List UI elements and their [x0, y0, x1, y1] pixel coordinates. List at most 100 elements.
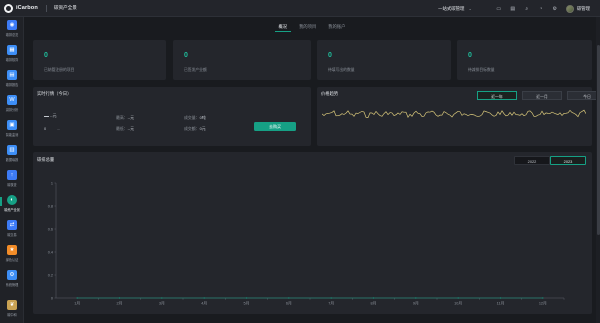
price-value: --元: [44, 113, 57, 119]
x-tick-label: 12月: [539, 301, 547, 306]
leaf-icon: ❦: [7, 300, 17, 310]
stat-label: 已纳管注册的项目: [44, 68, 75, 72]
y-tick-label: 0: [51, 296, 53, 300]
stat-label: 待减排目标数量: [468, 68, 495, 72]
range-year-button[interactable]: 近一年: [477, 91, 517, 100]
x-tick-label: 8月: [371, 301, 377, 306]
sidebar-item-neutrality[interactable]: ❦ 碳中和: [0, 300, 24, 322]
data-point[interactable]: [330, 297, 332, 299]
x-tick-label: 10月: [454, 301, 462, 306]
sidebar-item-reduction[interactable]: W 减排分析: [0, 95, 24, 117]
range-month-button[interactable]: 近一月: [522, 91, 562, 100]
monitor-icon[interactable]: ▭: [496, 6, 502, 12]
org-select[interactable]: 一站式碳管理 ⌄: [438, 6, 472, 12]
sidebar-item-label: 减排分析: [5, 107, 19, 112]
data-point[interactable]: [203, 297, 205, 299]
data-point[interactable]: [118, 297, 121, 299]
volume-value: 0吨: [199, 115, 206, 120]
price-change: 0 --: [44, 126, 60, 131]
data-point[interactable]: [457, 297, 459, 299]
monitor-icon: ▣: [7, 120, 17, 130]
sidebar-item-carbon-assets[interactable]: ◐ 碳资产全景: [0, 195, 24, 217]
sidebar-item-system[interactable]: ⚙ 系统管理: [0, 270, 24, 292]
page-tabs: 概况 我的项目 我的账户: [24, 20, 600, 34]
stat-value: 0: [184, 52, 188, 59]
data-point[interactable]: [161, 297, 163, 299]
clipboard-icon[interactable]: ▤: [510, 6, 516, 12]
y-tick-label: 0.2: [48, 273, 53, 277]
top-bar: iCarbon 碳资产全景 一站式碳管理 ⌄ ▭ ▤ ⌕ ◔ ⚙ 碳管理: [0, 0, 600, 17]
x-tick-label: 7月: [328, 301, 334, 306]
report-icon: ▤: [7, 70, 17, 80]
stat-value: 0: [44, 52, 48, 59]
sidebar-item-label: 碳资产全景: [4, 207, 20, 212]
amount-label: 成交额：: [184, 126, 200, 131]
settings-icon[interactable]: ⚙: [552, 6, 558, 12]
stat-card-pending: 0 待填写出的数量: [317, 40, 451, 80]
y-tick-label: 0.4: [48, 250, 53, 254]
data-point[interactable]: [415, 297, 417, 299]
brand-mark-icon: [4, 3, 13, 13]
price-trend-title: 价格趋势: [321, 91, 339, 96]
avatar[interactable]: [565, 4, 574, 13]
asset-icon: ◐: [7, 195, 17, 205]
volume-label: 成交量：: [184, 115, 200, 120]
sidebar-item-certification[interactable]: ★ 绿色认证: [0, 245, 24, 267]
sidebar-item-monitor[interactable]: ▣ 智能监测: [0, 120, 24, 142]
tab-my-account[interactable]: 我的账户: [324, 22, 349, 32]
low-value: --元: [127, 126, 135, 131]
page-scrollbar[interactable]: [596, 17, 600, 323]
price-trend-sparkline: [322, 109, 586, 119]
sidebar-item-label: 系统管理: [5, 282, 19, 287]
check-icon: ↑: [7, 170, 17, 180]
chart-icon: W: [7, 95, 17, 105]
sidebar-item-label: 绿色认证: [5, 257, 19, 262]
sidebar-item-label: 碳核查: [7, 182, 17, 187]
sidebar-item-label: 碳交易: [7, 232, 17, 237]
buy-button[interactable]: 去购买: [254, 122, 296, 131]
data-point[interactable]: [499, 297, 502, 299]
x-tick-label: 1月: [74, 301, 80, 306]
sidebar-item-data-entry[interactable]: ▥ 数据填报: [0, 145, 24, 167]
search-icon[interactable]: ⌕: [524, 6, 530, 12]
amount: 成交额：0元: [184, 126, 206, 132]
price-change-percent: --: [57, 126, 60, 131]
data-point[interactable]: [245, 297, 248, 299]
data-point[interactable]: [372, 297, 375, 299]
brand-logo[interactable]: iCarbon: [4, 3, 38, 13]
x-tick-label: 3月: [159, 301, 165, 306]
globe-icon: ◉: [7, 20, 17, 30]
sidebar-item-accounting[interactable]: ▦ 碳排核算: [0, 45, 24, 67]
sidebar-item-label: 智能监测: [5, 132, 19, 137]
stat-value: 0: [328, 52, 332, 59]
price-value-text: --元: [50, 113, 57, 118]
sidebar-item-label: 碳排总览: [5, 32, 19, 37]
user-name[interactable]: 碳管理: [577, 6, 590, 12]
tab-my-projects[interactable]: 我的项目: [295, 22, 320, 32]
low-label: 最低：: [116, 126, 128, 131]
year-2022-button[interactable]: 2022: [514, 156, 550, 165]
sidebar-item-overview[interactable]: ◉ 碳排总览: [0, 20, 24, 42]
yearly-chart-title: 碳排总量: [37, 157, 55, 162]
stat-card-projects: 0 已纳管注册的项目: [33, 40, 166, 80]
bell-icon[interactable]: ◔: [538, 6, 544, 12]
yearly-line-chart: 00.20.40.60.811月 2月 3月 4月 5月 6月 7月 8月 9月 10月 11月 12…: [48, 181, 565, 306]
x-tick-label: 5月: [244, 301, 250, 306]
sidebar-item-trading[interactable]: ⇄ 碳交易: [0, 220, 24, 242]
sidebar-item-report[interactable]: ▤ 碳排报告: [0, 70, 24, 92]
x-tick-label: 11月: [497, 301, 505, 306]
header-divider: [45, 4, 47, 12]
y-tick-label: 1: [51, 181, 53, 185]
scrollbar-thumb[interactable]: [596, 45, 600, 235]
sidebar: ◉ 碳排总览 ▦ 碳排核算 ▤ 碳排报告 W 减排分析 ▣ 智能监测 ▥ 数据填…: [0, 17, 24, 323]
trade-icon: ⇄: [7, 220, 17, 230]
data-point[interactable]: [542, 297, 544, 299]
data-point[interactable]: [76, 297, 78, 299]
sidebar-item-verification[interactable]: ↑ 碳核查: [0, 170, 24, 192]
price-change-value: 0: [44, 126, 47, 131]
brand-name: iCarbon: [16, 5, 38, 11]
high-price: 最高：--元: [116, 115, 134, 121]
data-point[interactable]: [288, 297, 290, 299]
tab-overview[interactable]: 概况: [274, 22, 292, 32]
year-2023-button[interactable]: 2023: [550, 156, 586, 165]
